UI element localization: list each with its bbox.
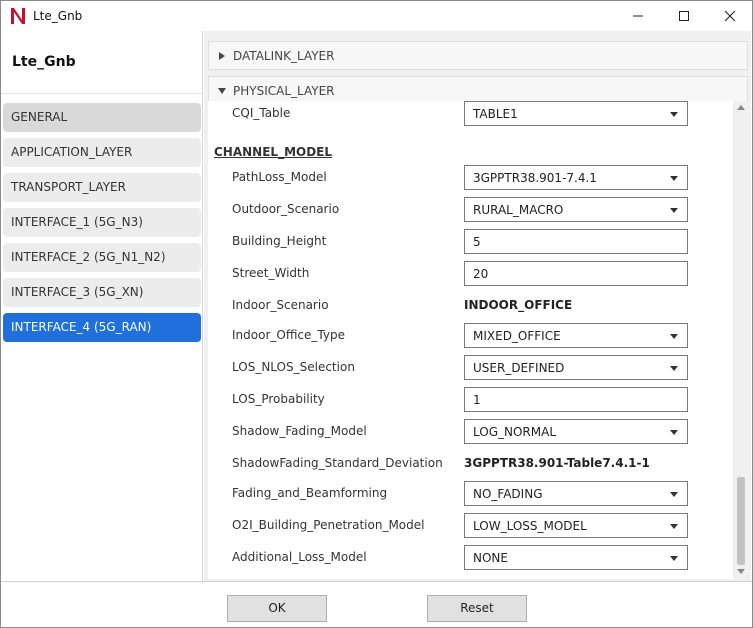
reset-button[interactable]: Reset bbox=[427, 595, 527, 622]
outdoor-scenario-label: Outdoor_Scenario bbox=[232, 202, 340, 216]
app-logo-icon bbox=[10, 7, 26, 25]
dialog-window: Lte_Gnb Lte_Gnb GENERAL APPLICATION_LAYE… bbox=[0, 0, 753, 628]
sidebar-item-general[interactable]: GENERAL bbox=[3, 103, 201, 132]
additional-loss-label: Additional_Loss_Model bbox=[232, 550, 367, 564]
outdoor-scenario-value: RURAL_MACRO bbox=[473, 203, 564, 217]
shadow-fading-model-label: Shadow_Fading_Model bbox=[232, 424, 367, 438]
chevron-right-icon bbox=[219, 52, 225, 60]
physical-layer-form: CQI_Table TABLE1 CHANNEL_MODEL PathLoss_… bbox=[208, 101, 733, 579]
shadowfading-std-dev-label: ShadowFading_Standard_Deviation bbox=[232, 456, 443, 470]
chevron-down-icon bbox=[670, 112, 678, 117]
fading-beamforming-label: Fading_and_Beamforming bbox=[232, 486, 388, 500]
minimize-icon bbox=[633, 15, 643, 17]
sidebar-item-application-layer[interactable]: APPLICATION_LAYER bbox=[3, 138, 201, 167]
street-width-label: Street_Width bbox=[232, 266, 310, 280]
properties-pane: DATALINK_LAYER PHYSICAL_LAYER CQI_Table … bbox=[204, 31, 751, 581]
fading-beamforming-value: NO_FADING bbox=[473, 487, 543, 501]
los-nlos-selection-value: USER_DEFINED bbox=[473, 361, 565, 375]
accordion-label: PHYSICAL_LAYER bbox=[233, 84, 335, 98]
sidebar: Lte_Gnb GENERAL APPLICATION_LAYER TRANSP… bbox=[1, 31, 203, 581]
indoor-scenario-label: Indoor_Scenario bbox=[232, 298, 329, 312]
indoor-office-type-label: Indoor_Office_Type bbox=[232, 328, 345, 342]
pathloss-model-select[interactable]: 3GPPTR38.901-7.4.1 bbox=[464, 165, 688, 190]
shadow-fading-model-select[interactable]: LOG_NORMAL bbox=[464, 419, 688, 444]
sidebar-item-interface-2[interactable]: INTERFACE_2 (5G_N1_N2) bbox=[3, 243, 201, 272]
chevron-down-icon bbox=[670, 430, 678, 435]
shadowfading-std-dev-value: 3GPPTR38.901-Table7.4.1-1 bbox=[464, 456, 650, 470]
outdoor-scenario-select[interactable]: RURAL_MACRO bbox=[464, 197, 688, 222]
vertical-scrollbar[interactable] bbox=[734, 101, 748, 579]
pathloss-model-value: 3GPPTR38.901-7.4.1 bbox=[473, 171, 597, 185]
accordion-label: DATALINK_LAYER bbox=[233, 49, 335, 63]
accordion-datalink-layer[interactable]: DATALINK_LAYER bbox=[208, 41, 748, 70]
cqi-table-value: TABLE1 bbox=[473, 107, 518, 121]
chevron-down-icon bbox=[670, 524, 678, 529]
sidebar-divider bbox=[1, 93, 202, 94]
chevron-down-icon bbox=[670, 366, 678, 371]
chevron-down-icon bbox=[670, 556, 678, 561]
channel-model-title: CHANNEL_MODEL bbox=[214, 145, 333, 159]
maximize-icon bbox=[679, 11, 689, 21]
minimize-button[interactable] bbox=[615, 1, 661, 31]
cqi-table-select[interactable]: TABLE1 bbox=[464, 101, 688, 126]
sidebar-item-interface-1[interactable]: INTERFACE_1 (5G_N3) bbox=[3, 208, 201, 237]
los-nlos-selection-select[interactable]: USER_DEFINED bbox=[464, 355, 688, 380]
building-height-input[interactable] bbox=[464, 229, 688, 254]
close-button[interactable] bbox=[707, 1, 752, 31]
o2i-penetration-value: LOW_LOSS_MODEL bbox=[473, 519, 587, 533]
scroll-down-icon[interactable] bbox=[737, 569, 745, 574]
chevron-down-icon bbox=[670, 176, 678, 181]
close-icon bbox=[724, 10, 736, 22]
window-title: Lte_Gnb bbox=[33, 9, 83, 23]
street-width-input[interactable] bbox=[464, 261, 688, 286]
sidebar-item-transport-layer[interactable]: TRANSPORT_LAYER bbox=[3, 173, 201, 202]
additional-loss-select[interactable]: NONE bbox=[464, 545, 688, 570]
device-name: Lte_Gnb bbox=[12, 54, 76, 70]
indoor-office-type-select[interactable]: MIXED_OFFICE bbox=[464, 323, 688, 348]
indoor-scenario-value: INDOOR_OFFICE bbox=[464, 298, 573, 312]
los-probability-label: LOS_Probability bbox=[232, 392, 325, 406]
indoor-office-type-value: MIXED_OFFICE bbox=[473, 329, 561, 343]
scrollbar-thumb[interactable] bbox=[737, 477, 745, 565]
shadow-fading-model-value: LOG_NORMAL bbox=[473, 425, 557, 439]
fading-beamforming-select[interactable]: NO_FADING bbox=[464, 481, 688, 506]
los-nlos-selection-label: LOS_NLOS_Selection bbox=[232, 360, 355, 374]
dialog-footer: OK Reset bbox=[1, 581, 752, 627]
chevron-down-icon bbox=[218, 88, 226, 94]
chevron-down-icon bbox=[670, 334, 678, 339]
chevron-down-icon bbox=[670, 208, 678, 213]
o2i-penetration-label: O2I_Building_Penetration_Model bbox=[232, 518, 425, 532]
maximize-button[interactable] bbox=[661, 1, 707, 31]
sidebar-item-interface-4[interactable]: INTERFACE_4 (5G_RAN) bbox=[3, 313, 201, 342]
building-height-label: Building_Height bbox=[232, 234, 327, 248]
sidebar-item-interface-3[interactable]: INTERFACE_3 (5G_XN) bbox=[3, 278, 201, 307]
additional-loss-value: NONE bbox=[473, 551, 508, 565]
chevron-down-icon bbox=[670, 492, 678, 497]
title-bar[interactable]: Lte_Gnb bbox=[1, 1, 752, 31]
o2i-penetration-select[interactable]: LOW_LOSS_MODEL bbox=[464, 513, 688, 538]
pathloss-model-label: PathLoss_Model bbox=[232, 170, 327, 184]
ok-button[interactable]: OK bbox=[227, 595, 327, 622]
cqi-table-label: CQI_Table bbox=[232, 106, 291, 120]
los-probability-input[interactable] bbox=[464, 387, 688, 412]
scroll-up-icon[interactable] bbox=[737, 105, 745, 110]
